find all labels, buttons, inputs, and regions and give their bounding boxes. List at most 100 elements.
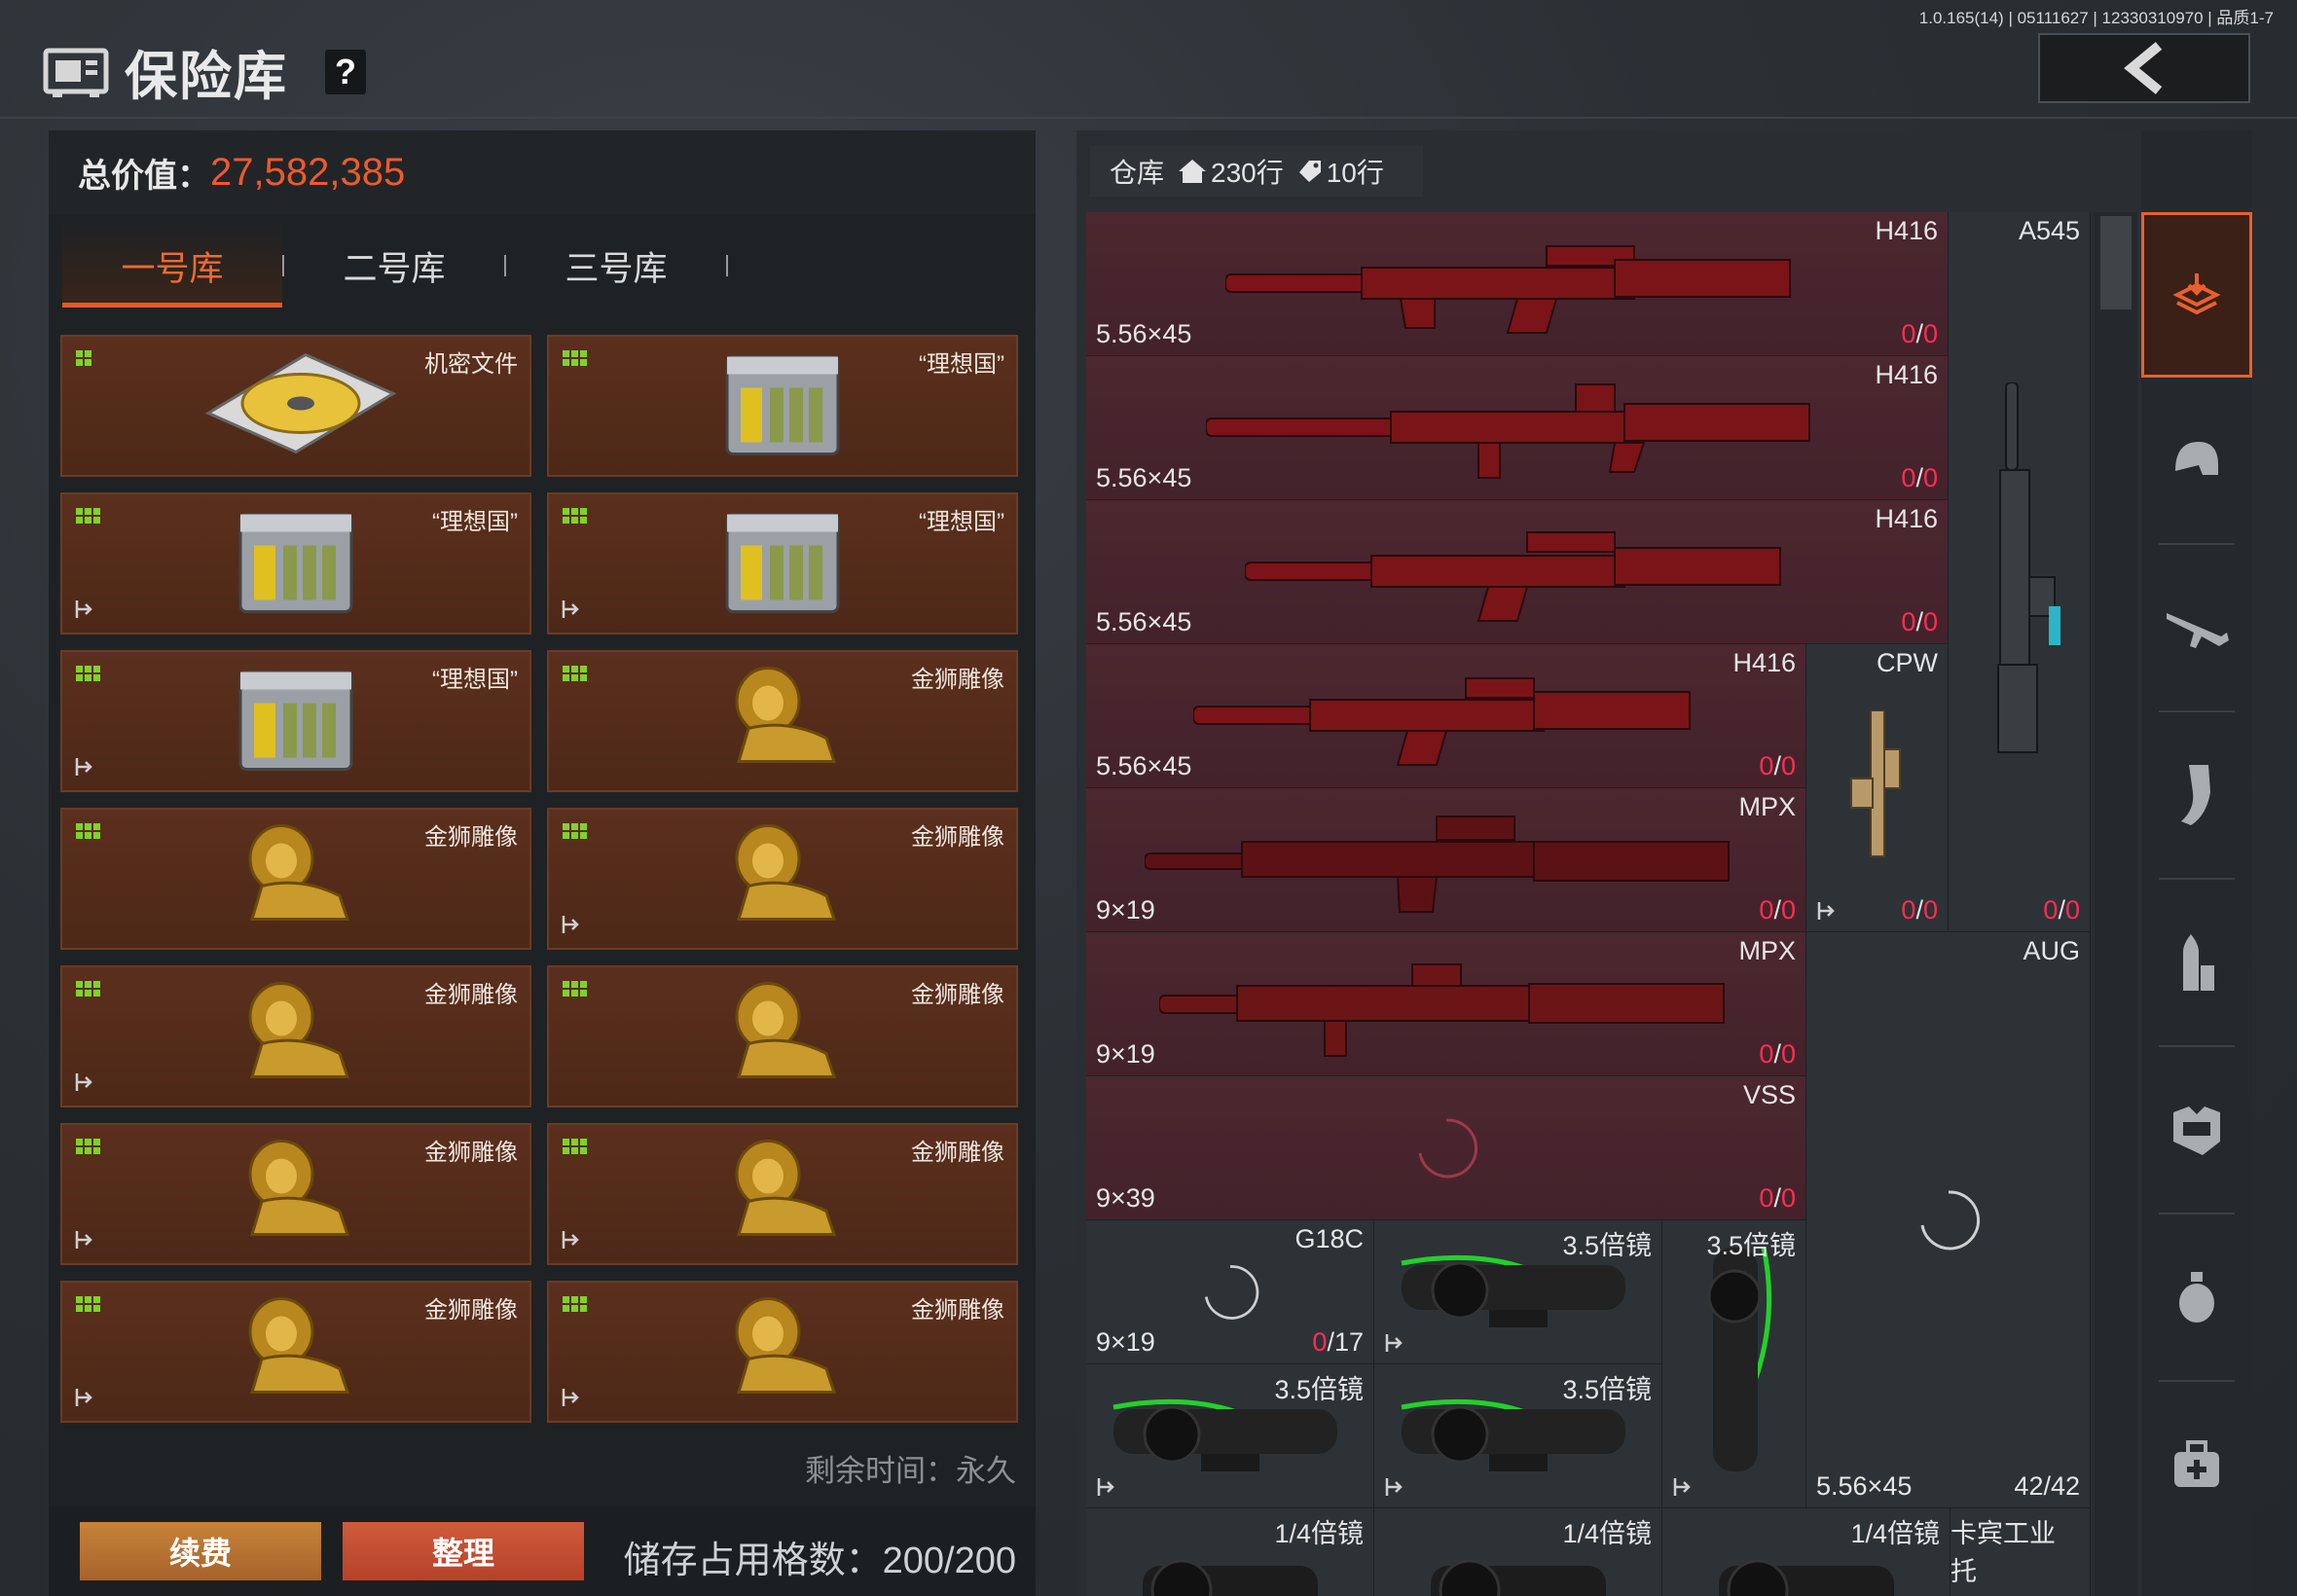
warehouse-grid: H416 5.56×45 0/0 H416 5.56×45 0/0 H416 5… (1086, 212, 2091, 1596)
vault-item-card[interactable]: 金狮雕像 (547, 1281, 1018, 1423)
vault-item-card[interactable]: 机密文件 (60, 335, 531, 477)
vault-item-card[interactable]: 金狮雕像 (547, 965, 1018, 1107)
vault-item-card[interactable]: 金狮雕像 (60, 965, 531, 1107)
exit-icon (74, 1387, 95, 1413)
grid-size-icon (76, 1139, 101, 1161)
scrollbar-thumb[interactable] (2100, 216, 2132, 309)
total-value: 27,582,385 (210, 150, 406, 194)
loading-spinner-icon (1920, 1189, 1980, 1250)
tab-vault-1[interactable]: 一号库 (62, 224, 282, 308)
exit-icon (74, 1071, 95, 1098)
crate-icon (719, 345, 846, 467)
vault-item-card[interactable]: “理想国” (547, 335, 1018, 477)
stock-item[interactable]: 卡宾工业托 (1951, 1508, 2091, 1596)
weapon-item-h416[interactable]: H416 5.56×45 0/0 (1086, 500, 1949, 644)
weapon-count: 0/0 (1901, 463, 1938, 492)
weapon-item-cpw[interactable]: CPW 0/0 (1806, 644, 1949, 932)
category-medkit[interactable] (2141, 1382, 2252, 1547)
weapon-item-mpx[interactable]: MPX 9×19 0/0 (1086, 932, 1806, 1076)
lion-statue-icon (233, 818, 359, 940)
weapon-item-h416[interactable]: H416 5.56×45 0/0 (1086, 356, 1949, 500)
item-name: 1/4倍镜 (1274, 1519, 1364, 1548)
warehouse-scrollbar[interactable] (2095, 212, 2137, 1596)
weapon-item-a545[interactable]: A545 0/0 (1949, 212, 2091, 932)
scope-item-3-5x[interactable]: 3.5倍镜 (1374, 1364, 1662, 1508)
version-text: 1.0.165(14) | 05111627 | 12330310970 | 品… (1918, 9, 2274, 27)
vault-item-card[interactable]: 金狮雕像 (547, 808, 1018, 950)
weapon-count: 42/42 (2014, 1471, 2080, 1501)
scope-item-3-5x[interactable]: 3.5倍镜 (1662, 1220, 1806, 1508)
category-ammo[interactable] (2141, 880, 2252, 1045)
home-rows: 230行 (1211, 158, 1284, 188)
warehouse-panel: 仓库 230行 10行 H416 5.56×45 0/0 H416 5.56×4… (1076, 130, 2252, 1596)
tab-divider (726, 255, 728, 276)
category-rifle[interactable] (2141, 545, 2252, 710)
vault-item-card[interactable]: 金狮雕像 (60, 1123, 531, 1265)
category-magazine[interactable] (2141, 712, 2252, 878)
weapon-ammo: 9×19 (1096, 895, 1155, 925)
vault-item-card[interactable]: 金狮雕像 (547, 650, 1018, 792)
weapon-item-vss[interactable]: VSS 9×39 0/0 (1086, 1076, 1806, 1220)
weapon-item-h416[interactable]: H416 5.56×45 0/0 (1086, 644, 1806, 788)
exit-icon (74, 598, 95, 625)
weapon-item-aug[interactable]: AUG 5.56×45 42/42 (1806, 932, 2091, 1508)
tab-vault-2[interactable]: 二号库 (284, 224, 504, 308)
exit-icon (561, 914, 582, 940)
weapon-name: A545 (2018, 216, 2080, 245)
tab-vault-3[interactable]: 三号库 (506, 224, 726, 308)
scope-item-3-5x[interactable]: 3.5倍镜 (1086, 1364, 1374, 1508)
weapon-item-h416[interactable]: H416 5.56×45 0/0 (1086, 212, 1949, 356)
exit-icon (1385, 1478, 1403, 1496)
weapon-item-g18c[interactable]: G18C 9×19 0/17 (1086, 1220, 1374, 1364)
vault-item-card[interactable]: “理想国” (60, 492, 531, 635)
grid-size-icon (563, 666, 588, 688)
rifle-vertical-icon (1996, 381, 2060, 753)
item-name: “理想国” (919, 509, 1004, 535)
item-name: 金狮雕像 (911, 1140, 1004, 1166)
grid-size-icon (563, 823, 588, 846)
weapon-name: H416 (1732, 648, 1796, 677)
category-grenade[interactable] (2141, 1215, 2252, 1380)
crate-icon (233, 661, 359, 782)
item-name: 3.5倍镜 (1562, 1231, 1652, 1260)
weapon-ammo: 5.56×45 (1816, 1471, 1913, 1501)
weapon-ammo: 5.56×45 (1096, 751, 1192, 780)
back-button[interactable] (2038, 33, 2250, 103)
help-button[interactable]: ? (325, 49, 366, 94)
total-value-row: 总价值： 27,582,385 (49, 130, 1036, 214)
item-name: “理想国” (919, 351, 1004, 378)
medkit-icon (2174, 1440, 2219, 1487)
weapon-item-mpx[interactable]: MPX 9×19 0/0 (1086, 788, 1806, 932)
grid-size-icon (76, 350, 101, 373)
grid-size-icon (76, 1296, 101, 1319)
renew-button[interactable]: 续费 (80, 1522, 321, 1580)
scope-item-1-4x[interactable]: 1/4倍镜 (1086, 1508, 1374, 1596)
scope-item-3-5x[interactable]: 3.5倍镜 (1374, 1220, 1662, 1364)
vault-panel: 总价值： 27,582,385 一号库 二号库 三号库 机密文件 “理想国” “理想… (49, 130, 1036, 1596)
vault-item-card[interactable]: “理想国” (60, 650, 531, 792)
lion-statue-icon (233, 1291, 359, 1413)
vault-item-card[interactable]: 金狮雕像 (60, 1281, 531, 1423)
item-name: 3.5倍镜 (1274, 1375, 1364, 1404)
lion-statue-icon (233, 1134, 359, 1255)
scope-item-1-4x[interactable]: 1/4倍镜 (1374, 1508, 1662, 1596)
category-warehouse[interactable] (2141, 212, 2252, 378)
page-header: 保险库 ? (43, 33, 366, 110)
lion-statue-icon (719, 1134, 846, 1255)
vault-item-card[interactable]: “理想国” (547, 492, 1018, 635)
item-name: 金狮雕像 (424, 824, 518, 851)
category-sidebar (2141, 130, 2252, 1596)
weapon-name: H416 (1875, 216, 1938, 245)
scope-item-1-4x[interactable]: 1/4倍镜 (1662, 1508, 1951, 1596)
category-vest[interactable] (2141, 1047, 2252, 1213)
exit-icon (74, 1229, 95, 1255)
vault-item-card[interactable]: 金狮雕像 (60, 808, 531, 950)
lion-statue-icon (719, 976, 846, 1098)
vault-item-card[interactable]: 金狮雕像 (547, 1123, 1018, 1265)
weapon-count: 0/0 (1759, 751, 1796, 780)
category-helmet[interactable] (2141, 378, 2252, 543)
weapon-count: 0/0 (1759, 1039, 1796, 1069)
crate-icon (719, 503, 846, 625)
item-name: 金狮雕像 (911, 667, 1004, 693)
sort-button[interactable]: 整理 (343, 1522, 584, 1580)
